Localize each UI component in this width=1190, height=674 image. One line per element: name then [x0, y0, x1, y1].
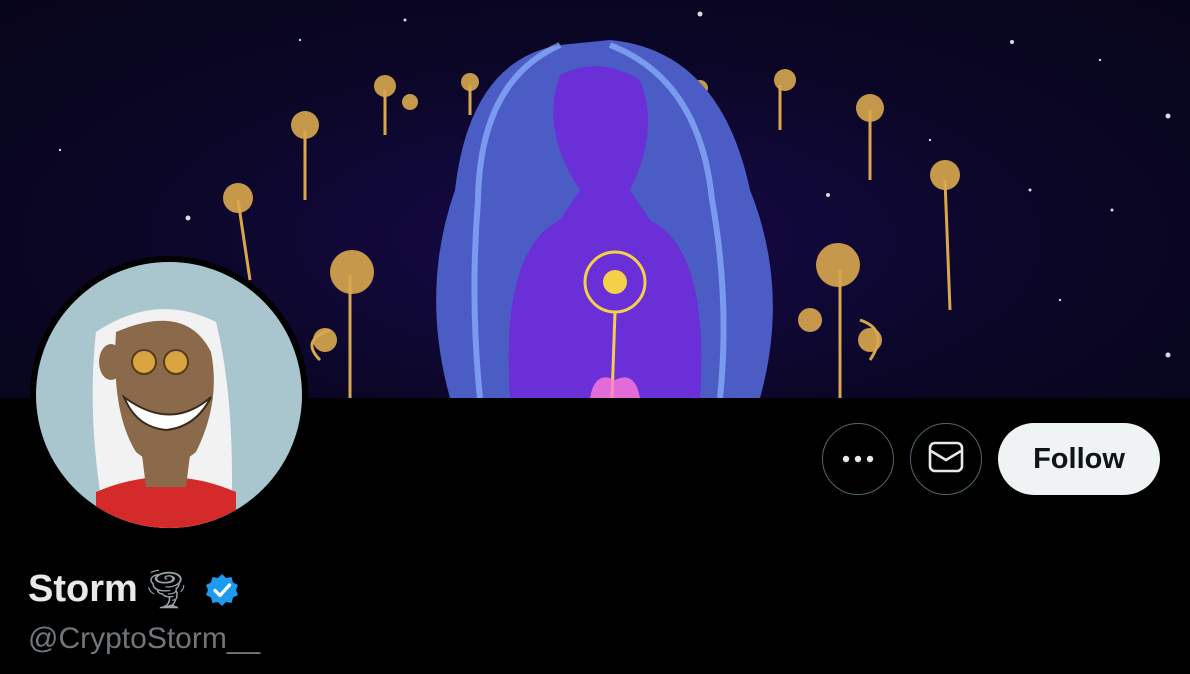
- tornado-emoji-icon: 🌪: [141, 568, 191, 611]
- message-button[interactable]: [910, 423, 982, 495]
- more-horizontal-icon: [842, 450, 874, 468]
- envelope-icon: [928, 441, 964, 478]
- display-name: Storm: [28, 568, 138, 610]
- profile-avatar[interactable]: [30, 256, 308, 534]
- ape-illustration: [92, 309, 236, 528]
- follow-button[interactable]: Follow: [998, 423, 1160, 495]
- avatar-image: [36, 262, 302, 528]
- user-handle: @CryptoStorm__: [28, 622, 261, 655]
- verified-badge-icon[interactable]: [204, 572, 240, 608]
- more-options-button[interactable]: [822, 423, 894, 495]
- profile-name-row: Storm 🌪: [28, 568, 240, 611]
